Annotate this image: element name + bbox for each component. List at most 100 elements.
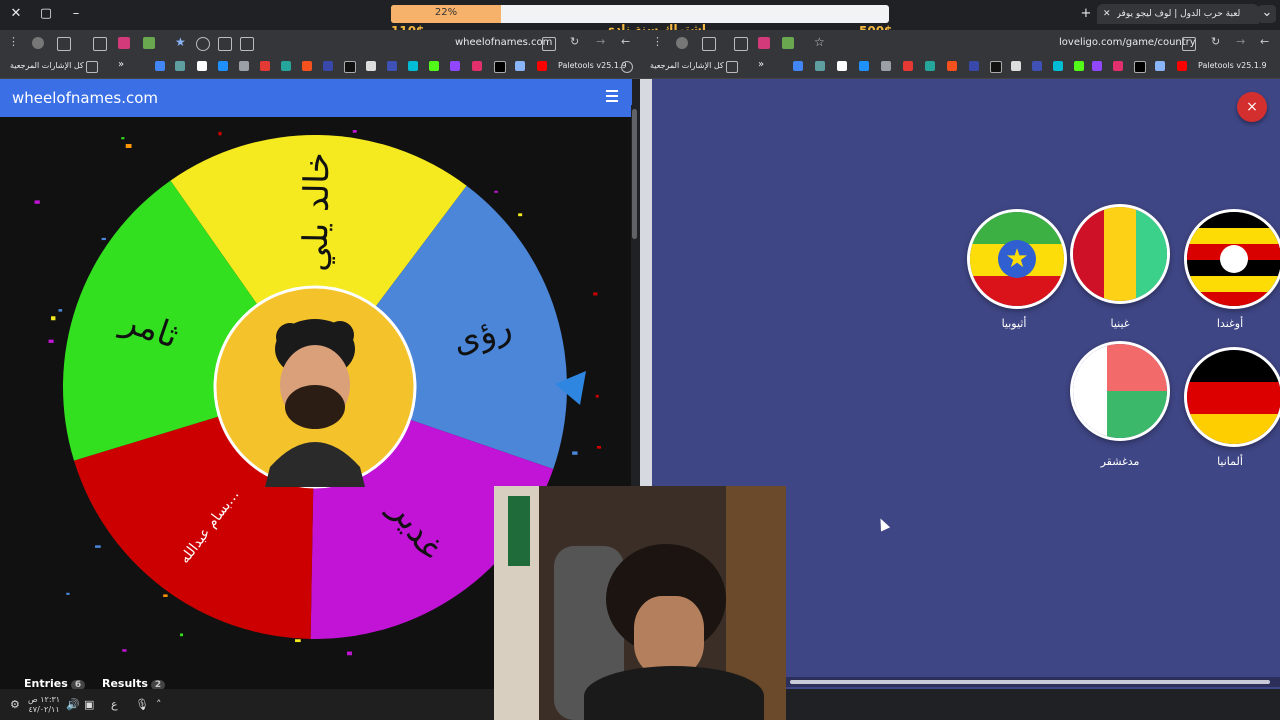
x-icon[interactable] [1134,61,1146,73]
bookmark-icon[interactable] [450,61,460,71]
uganda-flag[interactable] [1184,209,1280,309]
sidepanel-icon[interactable] [57,37,71,51]
bookmark-icon[interactable] [323,61,333,71]
bookmark-icon[interactable] [815,61,825,71]
bookmark-icon[interactable] [1053,61,1063,71]
volume-icon[interactable]: 🔊 [66,698,80,711]
back-icon[interactable]: ← [1260,35,1272,48]
settings-icon[interactable]: ⚙ [10,698,20,711]
tab-entries[interactable]: Entries 6 [24,677,86,689]
menu-dots-icon[interactable]: ⋮ [8,35,20,48]
bookmark-icon[interactable] [472,61,482,71]
bookmark-icon[interactable] [859,61,869,71]
tab-loveligo[interactable]: ✕ لعبة حرب الدول | لوف ليجو يوفر [1097,4,1259,24]
extension-icon[interactable] [758,37,770,49]
paletools-bookmark[interactable]: Paletools v25.1.9 [558,61,627,70]
bookmark-icon[interactable] [1074,61,1084,71]
bookmark-icon[interactable] [197,61,207,71]
forward-icon[interactable]: → [1236,35,1248,48]
left-url[interactable]: wheelofnames.com [455,37,552,48]
star-icon[interactable]: ★ [175,35,187,49]
bookmark-icon[interactable] [881,61,891,71]
bookmark-icon[interactable] [1155,61,1165,71]
new-tab-icon[interactable]: + [1078,6,1094,21]
right-url[interactable]: loveligo.com/game/country [1059,37,1196,48]
youtube-icon[interactable] [537,61,547,71]
clock[interactable]: ١٢:٣١ ص ٤٧/٠٢/١١ [28,695,60,715]
reload-icon[interactable]: ↻ [570,35,582,48]
youtube-icon[interactable] [1177,61,1187,71]
bookmark-icon[interactable] [387,61,397,71]
bookmark-icon[interactable] [925,61,935,71]
scrollbar-thumb[interactable] [790,680,1270,684]
bookmark-icon[interactable] [344,61,356,73]
guinea-flag[interactable] [1070,204,1170,304]
madagascar-flag[interactable] [1070,341,1170,441]
bookmark-icon[interactable] [175,61,185,71]
share-icon[interactable] [218,37,232,51]
microphone-icon[interactable]: 🎙 [135,698,149,711]
shield-icon[interactable] [782,37,794,49]
site-settings-icon[interactable] [542,37,556,51]
maximize-window-icon[interactable]: ▢ [38,6,54,21]
shield-icon[interactable] [143,37,155,49]
bookmarks-folder[interactable]: كل الإشارات المرجعية [10,61,84,70]
bookmark-icon[interactable] [990,61,1002,73]
bookmark-icon[interactable] [1113,61,1123,71]
bookmark-icon[interactable] [366,61,376,71]
more-bookmarks-icon[interactable]: » [118,59,124,70]
bookmark-icon[interactable] [1092,61,1102,71]
sidepanel-icon[interactable] [702,37,716,51]
close-window-icon[interactable]: ✕ [8,6,24,21]
extensions-icon[interactable] [734,37,748,51]
bookmark-icon[interactable] [903,61,913,71]
bookmark-icon[interactable] [239,61,249,71]
show-hidden-icons[interactable]: ˄ [156,698,162,711]
network-icon[interactable]: ▣ [84,698,94,711]
bookmark-icon[interactable] [947,61,957,71]
forward-icon[interactable]: → [596,35,608,48]
confetti-piece [494,190,498,193]
tab-search-icon[interactable]: ⌄ [1258,5,1276,23]
ethiopia-flag[interactable]: ★ [967,209,1067,309]
bookmark-icon[interactable] [515,61,525,71]
profile-icon[interactable] [676,37,688,49]
bookmark-icon[interactable] [155,61,165,71]
close-button[interactable]: × [1237,92,1267,122]
bookmark-icon[interactable] [260,61,270,71]
more-bookmarks-icon[interactable]: » [758,59,764,70]
profile-icon[interactable] [32,37,44,49]
bookmark-icon[interactable] [793,61,803,71]
bookmark-icon[interactable] [408,61,418,71]
cast-icon[interactable] [240,37,254,51]
extension-icon[interactable] [118,37,130,49]
bookmark-icon[interactable] [1011,61,1021,71]
site-title[interactable]: wheelofnames.com [12,89,158,107]
language-indicator[interactable]: ع [111,698,118,711]
x-icon[interactable] [494,61,506,73]
minimize-window-icon[interactable]: – [68,6,84,21]
menu-dots-icon[interactable]: ⋮ [652,35,664,48]
star-icon[interactable]: ☆ [814,35,826,49]
tab-close-icon[interactable]: ✕ [1103,9,1111,19]
back-icon[interactable]: ← [621,35,633,48]
bookmark-icon[interactable] [429,61,439,71]
hamburger-menu-icon[interactable] [606,90,618,102]
bookmarks-folder[interactable]: كل الإشارات المرجعية [650,61,724,70]
scrollbar-thumb[interactable] [632,109,637,239]
bookmark-icon[interactable] [837,61,847,71]
zoom-icon[interactable] [196,37,210,51]
germany-flag[interactable] [1184,347,1280,447]
goal-progress-bar: 22% [391,5,889,23]
right-page-scrollbar[interactable] [786,677,1280,687]
bookmark-icon[interactable] [302,61,312,71]
bookmark-icon[interactable] [969,61,979,71]
reload-icon[interactable]: ↻ [1211,35,1223,48]
bookmark-icon[interactable] [218,61,228,71]
bookmark-icon[interactable] [1032,61,1042,71]
tab-results[interactable]: Results 2 [102,677,166,689]
site-settings-icon[interactable] [1182,37,1196,51]
bookmark-icon[interactable] [281,61,291,71]
paletools-bookmark[interactable]: Paletools v25.1.9 [1198,61,1267,70]
extensions-icon[interactable] [93,37,107,51]
